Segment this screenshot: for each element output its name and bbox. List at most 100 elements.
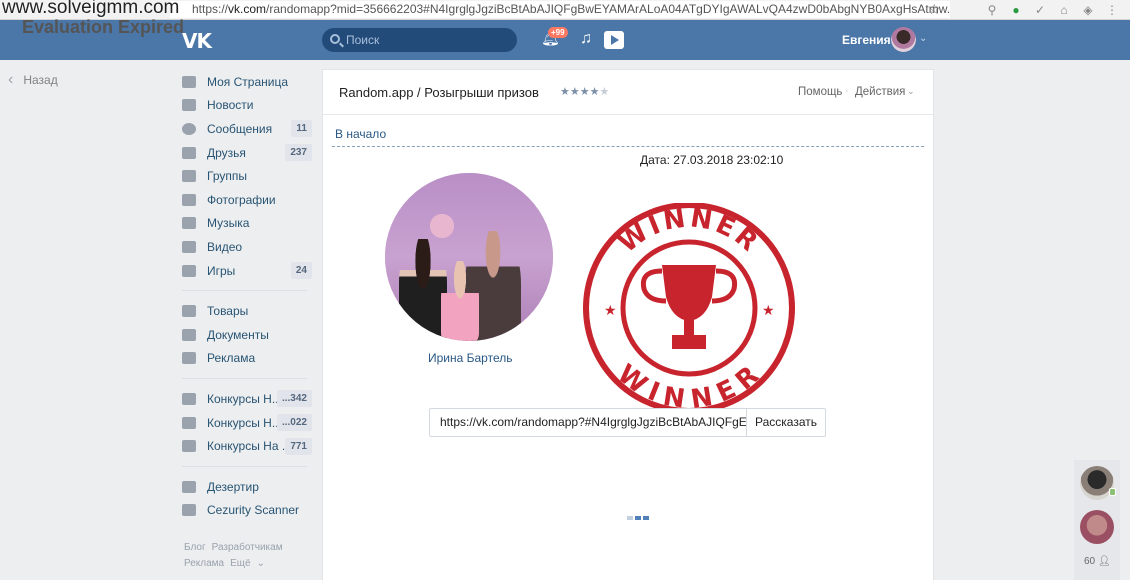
url-scheme: https:// bbox=[192, 2, 229, 16]
search-input[interactable]: Поиск bbox=[322, 28, 517, 52]
app-header: Random.app / Розыгрыши призов ★★★★★ Помо… bbox=[323, 70, 933, 115]
apps-grid-icon bbox=[182, 504, 196, 517]
watermark-expired: Evaluation Expired bbox=[22, 17, 185, 37]
chevron-down-icon[interactable]: ⌄ bbox=[907, 86, 915, 97]
app-title[interactable]: Random.app / Розыгрыши призов bbox=[339, 85, 539, 100]
sidebar-item-market[interactable]: Товары bbox=[182, 299, 312, 323]
group-1-count: ...342 bbox=[276, 390, 312, 408]
apps-grid-icon bbox=[182, 480, 196, 493]
footer-link-ads[interactable]: Реклама bbox=[184, 558, 224, 569]
back-to-start-link[interactable]: В начало bbox=[335, 127, 386, 141]
messages-count: 11 bbox=[291, 120, 312, 138]
actions-menu[interactable]: Действия bbox=[855, 86, 905, 98]
stamp-text-bottom: WINNER bbox=[612, 359, 767, 413]
extension-icons: ⚲ ● ✓ ⌂ ◈ ⋮ bbox=[984, 2, 1120, 18]
group-3-count: 771 bbox=[285, 437, 312, 455]
messages-icon bbox=[182, 122, 196, 135]
draw-date: Дата: 27.03.2018 23:02:10 bbox=[640, 153, 784, 167]
url-path: /randomapp?mid=356662203#N4IgrglgJgziBcB… bbox=[266, 2, 950, 16]
sidebar-divider bbox=[182, 290, 307, 292]
sidebar-item-docs[interactable]: Документы bbox=[182, 323, 312, 347]
sidebar-item-messages[interactable]: Сообщения 11 bbox=[182, 117, 312, 141]
back-button[interactable]: ‹ Назад bbox=[8, 71, 58, 89]
sidebar-item-friends[interactable]: Друзья 237 bbox=[182, 141, 312, 165]
sidebar-item-app-1[interactable]: Дезертир bbox=[182, 475, 312, 499]
notifications-badge: +99 bbox=[548, 27, 568, 38]
play-icon[interactable] bbox=[604, 31, 624, 49]
sidebar-item-news[interactable]: Новости bbox=[182, 94, 312, 118]
shield-icon[interactable]: ◈ bbox=[1080, 2, 1096, 18]
menu-icon[interactable]: ⋮ bbox=[1104, 2, 1120, 18]
rating-empty-star: ★ bbox=[599, 86, 610, 98]
online-indicator-icon bbox=[1109, 488, 1116, 496]
sidebar-divider bbox=[182, 378, 307, 380]
share-button[interactable]: Рассказать bbox=[746, 408, 826, 437]
extension-green-icon[interactable]: ● bbox=[1008, 2, 1024, 18]
sidebar-item-group-3[interactable]: Конкурсы На ... 771 bbox=[182, 434, 312, 458]
bag-icon bbox=[182, 305, 196, 318]
sidebar-footer: Блог Разработчикам Реклама Ещё ⌄ bbox=[184, 540, 314, 572]
chevron-left-icon: ‹ bbox=[8, 71, 14, 88]
vk-extension-icon[interactable]: ✓ bbox=[1032, 2, 1048, 18]
vk-logo[interactable]: VK bbox=[182, 29, 212, 53]
music-note-icon bbox=[182, 217, 196, 230]
share-link-field[interactable]: https://vk.com/randomapp?#N4IgrglgJgziBc… bbox=[429, 408, 747, 437]
group-2-count: ...022 bbox=[276, 414, 312, 432]
url-host: vk.com bbox=[228, 2, 267, 16]
sidebar-item-group-1[interactable]: Конкурсы Н... ...342 bbox=[182, 387, 312, 411]
home-icon bbox=[182, 75, 196, 88]
footer-link-blog[interactable]: Блог bbox=[184, 542, 206, 553]
zoom-icon[interactable]: ⚲ bbox=[984, 2, 1000, 18]
separator-dot: · bbox=[845, 85, 849, 97]
home-icon[interactable]: ⌂ bbox=[1056, 2, 1072, 18]
photo-person-woman bbox=[399, 239, 447, 341]
chat-avatar[interactable] bbox=[1080, 510, 1114, 544]
online-friends-count[interactable]: 60 👤︎ bbox=[1084, 556, 1111, 567]
group-icon bbox=[182, 170, 196, 183]
group-icon bbox=[182, 416, 196, 429]
chevron-down-icon: ⌄ bbox=[256, 558, 265, 569]
user-icon: 👤︎ bbox=[1097, 556, 1111, 567]
footer-link-more[interactable]: Ещё bbox=[230, 558, 250, 569]
megaphone-icon bbox=[182, 352, 196, 365]
sidebar-item-video[interactable]: Видео bbox=[182, 235, 312, 259]
avatar[interactable] bbox=[891, 27, 916, 52]
news-icon bbox=[182, 99, 196, 112]
sidebar-item-photos[interactable]: Фотографии bbox=[182, 188, 312, 212]
search-placeholder: Поиск bbox=[346, 33, 380, 47]
document-icon bbox=[182, 328, 196, 341]
address-bar[interactable]: https://vk.com/randomapp?mid=356662203#N… bbox=[170, 1, 950, 18]
watermark-url: www.solveigmm.com bbox=[2, 0, 180, 18]
sidebar-item-games[interactable]: Игры 24 bbox=[182, 259, 312, 283]
film-icon bbox=[182, 240, 196, 253]
sidebar-item-profile[interactable]: Моя Страница bbox=[182, 70, 312, 94]
music-icon[interactable]: ♫ bbox=[580, 30, 592, 48]
chevron-down-icon[interactable]: ⌄ bbox=[919, 33, 927, 44]
user-icon bbox=[182, 146, 196, 159]
sidebar: Моя Страница Новости Сообщения 11 Друзья 2… bbox=[182, 70, 312, 522]
bookmark-star-icon[interactable]: ☆ bbox=[928, 0, 941, 19]
star-icon: ★ bbox=[762, 302, 775, 318]
group-icon bbox=[182, 392, 196, 405]
user-name[interactable]: Евгения bbox=[842, 33, 891, 47]
search-icon bbox=[330, 34, 340, 44]
winner-photo[interactable] bbox=[385, 173, 553, 341]
rating-stars: ★★★★ bbox=[560, 86, 600, 98]
sidebar-item-groups[interactable]: Группы bbox=[182, 164, 312, 188]
star-icon: ★ bbox=[604, 302, 617, 318]
help-link[interactable]: Помощь bbox=[798, 86, 842, 98]
sidebar-item-ads[interactable]: Реклама bbox=[182, 347, 312, 371]
sidebar-item-app-2[interactable]: Cezurity Scanner bbox=[182, 499, 312, 523]
games-count: 24 bbox=[290, 262, 312, 280]
gamepad-icon bbox=[182, 264, 196, 277]
winner-stamp: WINNER WINNER ★ ★ bbox=[583, 203, 795, 413]
winner-name-link[interactable]: Ирина Бартель bbox=[428, 351, 513, 365]
sidebar-item-group-2[interactable]: Конкурсы Н... ...022 bbox=[182, 411, 312, 435]
loader-dot bbox=[627, 516, 633, 520]
loading-indicator bbox=[627, 516, 649, 520]
dashed-divider bbox=[332, 146, 924, 147]
friends-count: 237 bbox=[285, 144, 312, 162]
sidebar-item-music[interactable]: Музыка bbox=[182, 212, 312, 236]
footer-link-devs[interactable]: Разработчикам bbox=[212, 542, 283, 553]
loader-dot bbox=[643, 516, 649, 520]
